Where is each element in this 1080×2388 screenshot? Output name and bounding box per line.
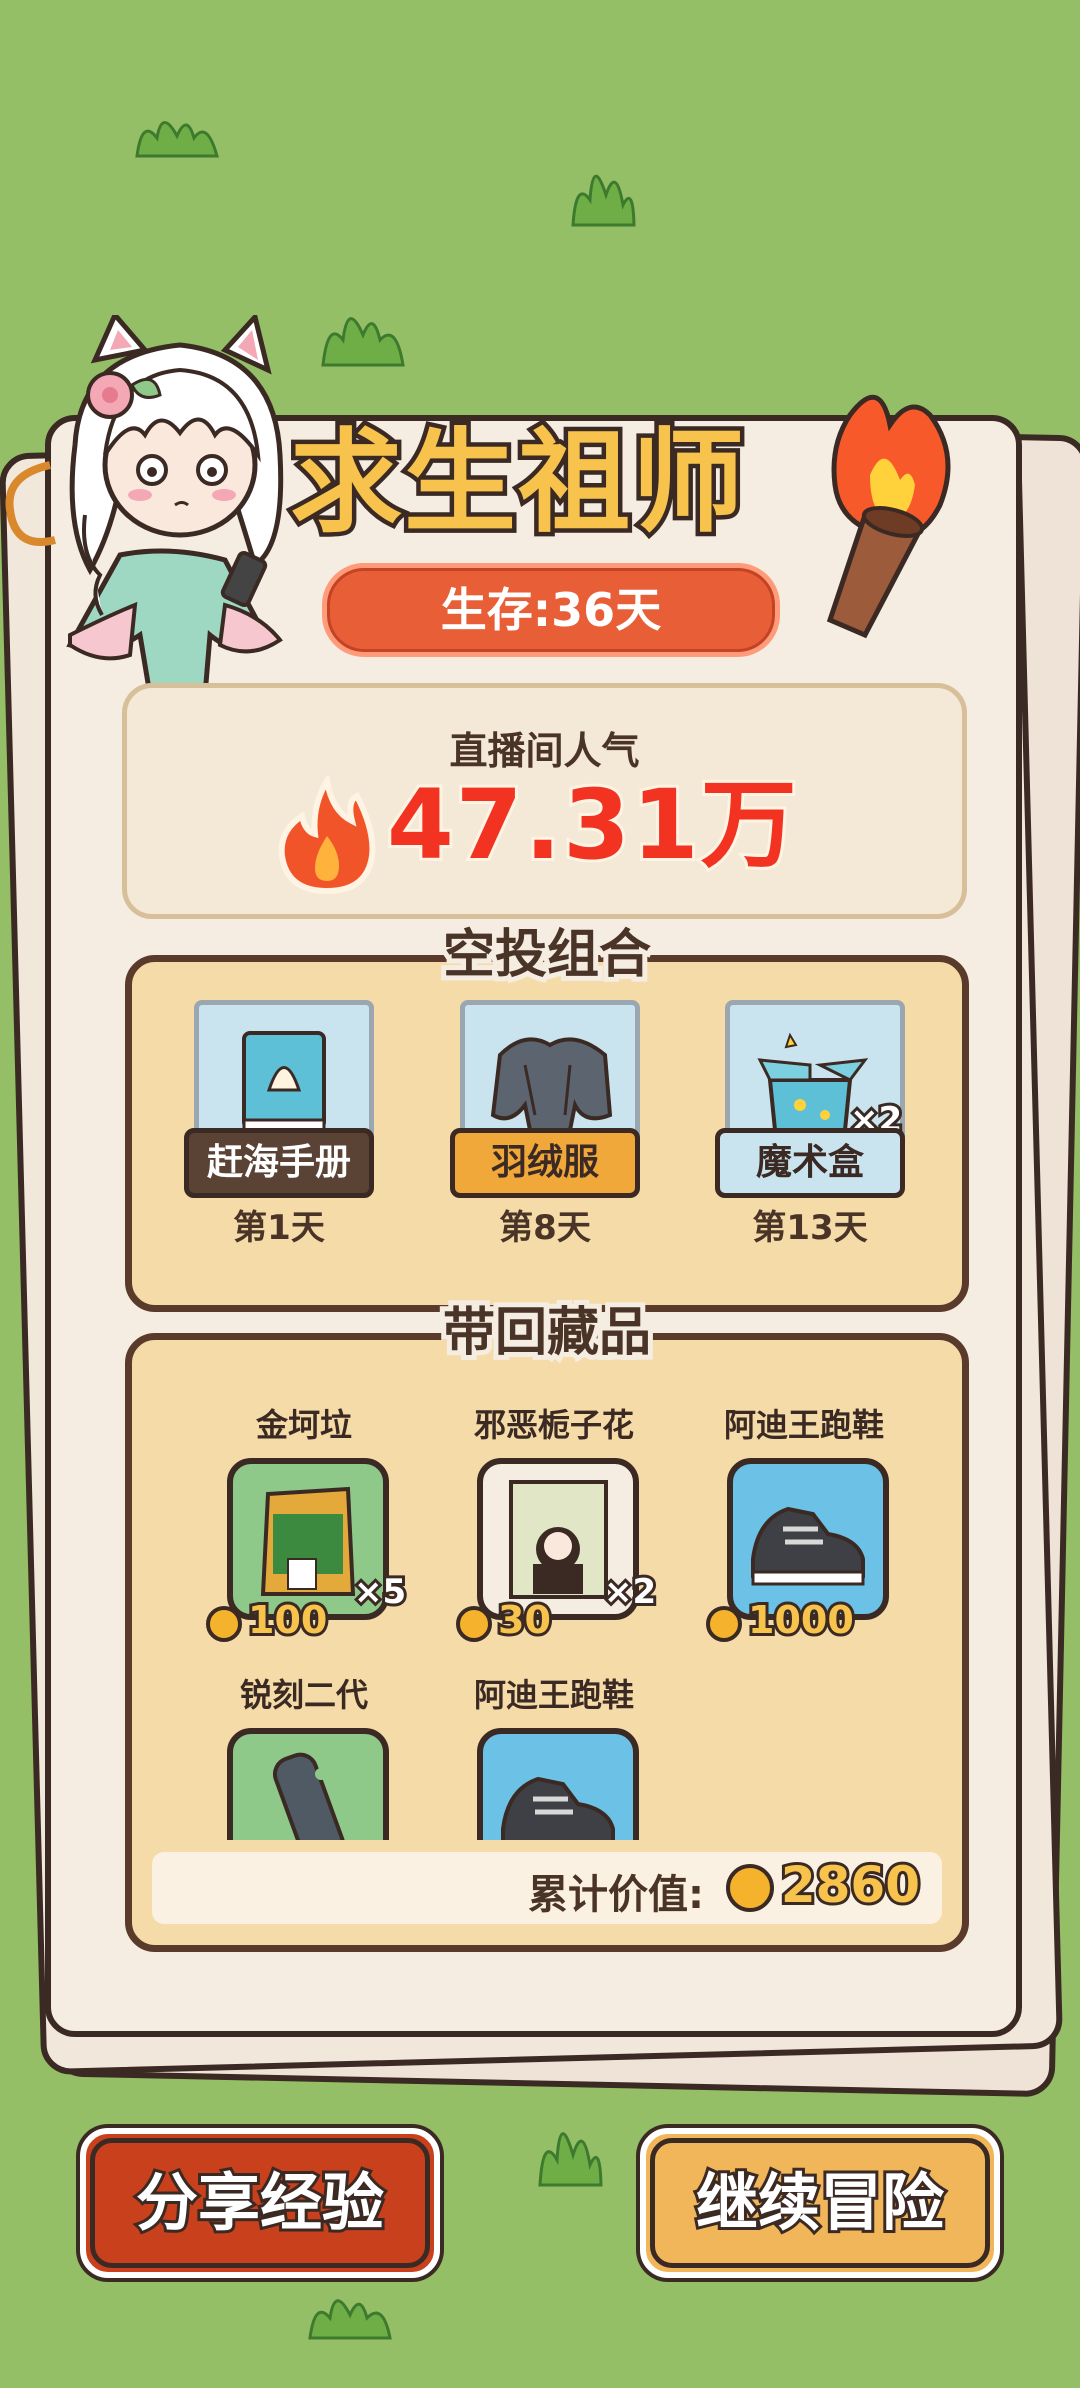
character-avatar xyxy=(40,310,310,725)
collection-item-name: 阿迪王跑鞋 xyxy=(723,1406,884,1444)
collection-item-name: 阿迪王跑鞋 xyxy=(473,1676,634,1714)
airdrop-item-label: 羽绒服 xyxy=(450,1128,640,1198)
grass-decoration xyxy=(305,2280,395,2340)
popularity-value: 47.31万 xyxy=(384,767,800,883)
fire-icon xyxy=(277,772,377,900)
collection-item-price: 30 xyxy=(495,1595,554,1645)
grass-decoration xyxy=(568,150,638,230)
continue-adventure-button[interactable]: 继续冒险 xyxy=(640,2128,1000,2278)
collection-item-card xyxy=(727,1458,889,1620)
airdrop-panel: 空投组合 赶海手册 第1天 羽绒服 第8天 ×2 魔术盒 第13天 xyxy=(125,920,969,1312)
popularity-panel: 直播间人气 47.31万 xyxy=(122,683,967,919)
collection-item[interactable]: 锐刻二代 xyxy=(204,1670,404,1840)
collection-item-price: 100 xyxy=(245,1595,330,1645)
share-experience-label: 分享经验 xyxy=(133,2163,387,2242)
total-value: 2860 xyxy=(778,1853,923,1917)
total-value-label: 累计价值: xyxy=(528,1872,704,1918)
page-title: 求生祖师 xyxy=(286,414,749,553)
airdrop-item-label: 赶海手册 xyxy=(184,1128,374,1198)
coin-icon xyxy=(726,1864,774,1912)
popularity-label: 直播间人气 xyxy=(449,729,640,773)
grass-decoration xyxy=(318,295,408,370)
collection-item-count: ×2 xyxy=(601,1569,659,1615)
collection-item-card xyxy=(477,1728,639,1840)
collection-item-name: 锐刻二代 xyxy=(239,1676,368,1714)
airdrop-item-day: 第8天 xyxy=(499,1208,591,1248)
collection-item-name: 金坷垃 xyxy=(255,1406,352,1444)
airdrop-title: 空投组合 xyxy=(438,920,656,990)
collection-panel: 带回藏品 金坷垃 ×5 100 邪恶栀子花 ×2 30 阿迪王跑鞋 1000 锐… xyxy=(125,1298,969,1952)
collection-title: 带回藏品 xyxy=(438,1298,656,1368)
survival-days-badge: 生存:36天 xyxy=(322,563,780,657)
collection-item[interactable]: 阿迪王跑鞋 xyxy=(454,1670,654,1840)
airdrop-item-day: 第13天 xyxy=(752,1208,868,1248)
airdrop-item-day: 第1天 xyxy=(233,1208,325,1248)
continue-adventure-label: 继续冒险 xyxy=(693,2163,947,2242)
grass-decoration xyxy=(132,108,222,158)
airdrop-item-label: 魔术盒 xyxy=(715,1128,905,1198)
share-experience-button[interactable]: 分享经验 xyxy=(80,2128,440,2278)
collection-item-name: 邪恶栀子花 xyxy=(473,1406,634,1444)
total-value-bar: 累计价值: 2860 xyxy=(152,1852,942,1924)
torch-icon xyxy=(810,385,970,645)
collection-item-price: 1000 xyxy=(745,1595,857,1645)
collection-item[interactable]: 邪恶栀子花 ×2 30 xyxy=(454,1400,659,1660)
collection-item-card xyxy=(227,1728,389,1840)
collection-item[interactable]: 阿迪王跑鞋 1000 xyxy=(704,1400,904,1660)
grass-decoration xyxy=(535,2105,605,2190)
collection-item-count: ×5 xyxy=(351,1569,409,1615)
collection-item[interactable]: 金坷垃 ×5 100 xyxy=(204,1400,409,1660)
rope-decoration xyxy=(0,455,60,559)
